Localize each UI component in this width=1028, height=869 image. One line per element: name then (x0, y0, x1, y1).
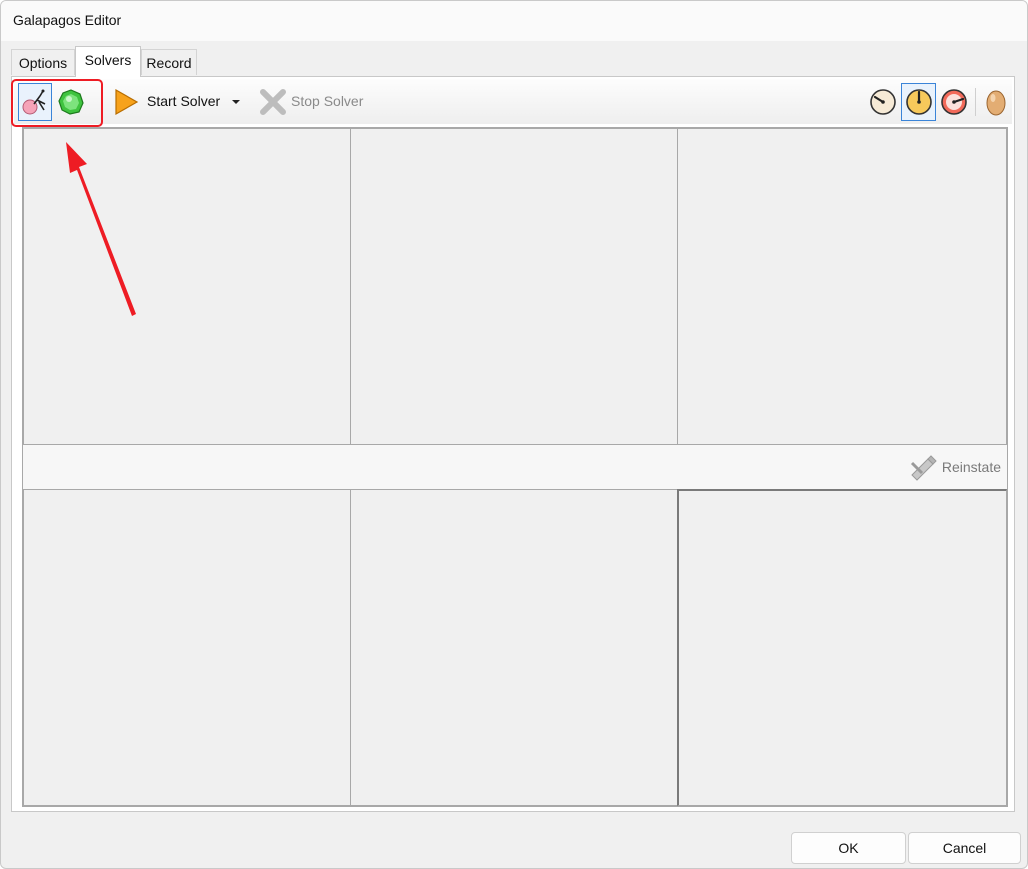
reinstate-bar: Reinstate (23, 444, 1007, 490)
stop-solver-label[interactable]: Stop Solver (291, 93, 363, 109)
population-panel[interactable] (350, 128, 678, 445)
annealing-solver-button[interactable] (54, 83, 88, 121)
speed-medium-button[interactable] (901, 83, 936, 121)
lower-left-panel[interactable] (23, 489, 351, 806)
ok-button[interactable]: OK (791, 832, 906, 864)
play-triangle-icon (115, 88, 139, 116)
egg-button[interactable] (981, 85, 1011, 119)
reinstate-label: Reinstate (941, 459, 1001, 475)
tab-options[interactable]: Options (11, 49, 75, 75)
genetic-solver-button[interactable] (18, 83, 52, 121)
egg-icon (986, 90, 1006, 116)
solver-toolbar: Start Solver Stop Solver (11, 79, 1012, 127)
solvers-tab-page: Start Solver Stop Solver Reinstate (11, 76, 1015, 812)
toolbar-separator (975, 88, 976, 116)
stop-solver-button[interactable] (258, 87, 288, 117)
title-bar[interactable]: Galapagos Editor (1, 1, 1027, 41)
start-solver-dropdown[interactable] (229, 95, 243, 109)
annealing-solver-icon (58, 89, 84, 115)
solver-panels-grid: Reinstate (22, 127, 1008, 807)
speed-slow-button[interactable] (866, 85, 900, 119)
gauge-fast-icon (941, 89, 967, 115)
reinstate-button[interactable]: Reinstate (908, 453, 1001, 481)
galapagos-editor-window: Galapagos Editor Options Solvers Record (0, 0, 1028, 869)
details-panel[interactable] (677, 489, 1007, 806)
gauge-medium-icon (905, 89, 932, 115)
genome-map-panel[interactable] (677, 128, 1007, 445)
tab-solvers[interactable]: Solvers (75, 46, 141, 77)
lower-middle-panel[interactable] (350, 489, 678, 806)
tab-record[interactable]: Record (141, 49, 197, 75)
reinstate-pencil-icon (910, 455, 937, 481)
stop-x-icon (260, 89, 286, 115)
fitness-graph-panel[interactable] (23, 128, 351, 445)
gauge-slow-icon (870, 89, 896, 115)
window-title: Galapagos Editor (13, 12, 122, 28)
start-solver-label[interactable]: Start Solver (147, 93, 220, 109)
chevron-down-icon (232, 100, 240, 104)
genetic-solver-icon (22, 89, 46, 115)
start-solver-button[interactable] (112, 87, 140, 117)
speed-fast-button[interactable] (937, 85, 971, 119)
cancel-button[interactable]: Cancel (908, 832, 1021, 864)
